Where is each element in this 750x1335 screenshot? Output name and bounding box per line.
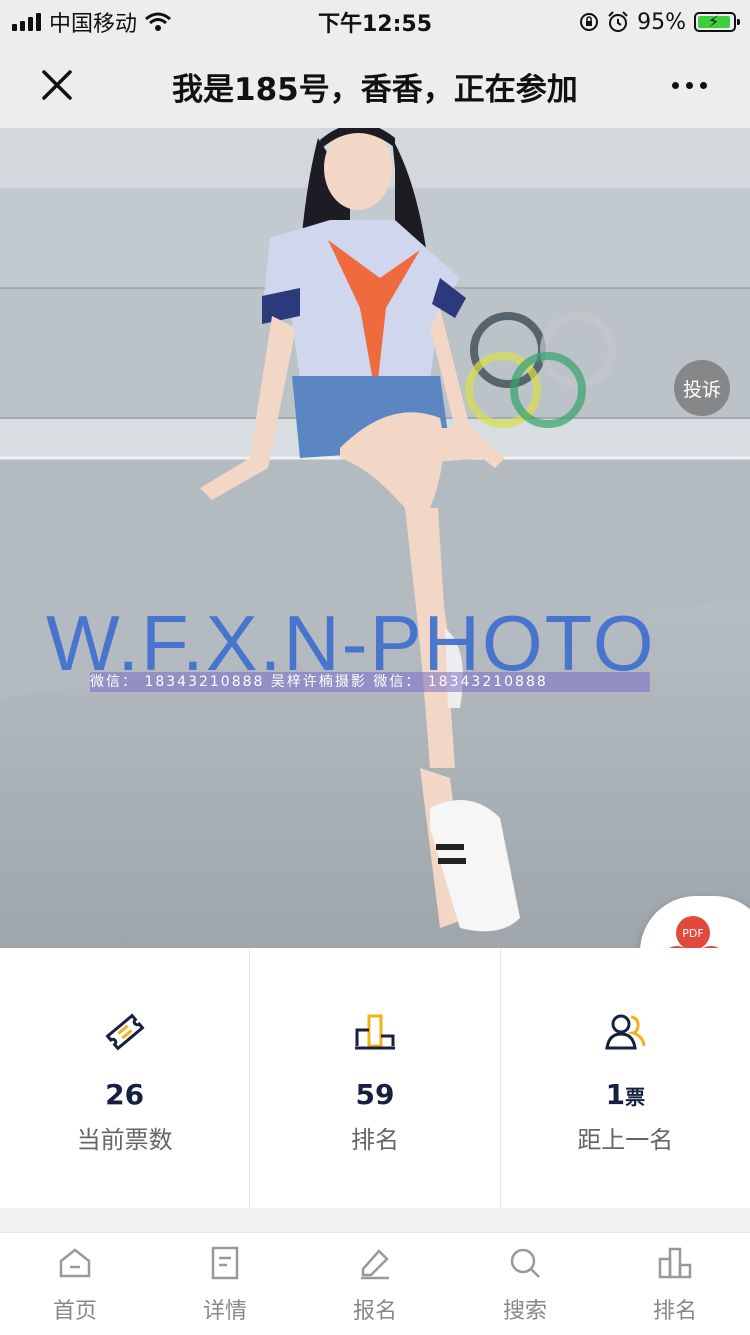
tab-label: 排名 — [652, 1299, 697, 1324]
stat-unit: 票 — [625, 1085, 646, 1109]
tab-search[interactable]: 搜索 — [450, 1233, 600, 1335]
battery-percent: 95% — [637, 9, 686, 35]
complain-button[interactable]: 投诉 — [674, 360, 730, 416]
tab-home[interactable]: 首页 — [0, 1233, 150, 1335]
search-icon — [510, 1248, 540, 1278]
nav-bar: 我是185号，香香，正在参加 — [0, 44, 750, 128]
alarm-icon — [608, 11, 628, 32]
stat-value: 1 — [605, 1078, 626, 1111]
stat-gap-to-previous: 1票 距上一名 — [499, 948, 750, 1208]
status-bar: 中国移动 下午12:55 95% ⚡ — [0, 0, 750, 44]
edit-icon — [361, 1249, 389, 1280]
users-icon — [605, 1014, 646, 1050]
stat-value: 59 — [355, 1078, 395, 1111]
stat-label: 距上一名 — [577, 1126, 674, 1154]
contestant-photo: W.F.X.N-PHOTO 微信： 18343210888 吴梓许楠摄影 微信：… — [0, 128, 750, 948]
pdf-icon: PDF — [676, 916, 710, 950]
tab-label: 首页 — [52, 1299, 97, 1324]
bottom-tab-bar: 首页 详情 报名 搜索 排名 — [0, 1232, 750, 1335]
tab-label: 搜索 — [502, 1299, 547, 1324]
ticket-icon — [105, 1013, 145, 1051]
rotation-lock-icon — [580, 13, 599, 31]
stat-label: 排名 — [350, 1126, 399, 1154]
stat-current-votes: 26 当前票数 — [0, 948, 249, 1208]
vote-stats-panel: 26 当前票数 59 排名 1票 距上一名 — [0, 948, 750, 1208]
tab-register[interactable]: 报名 — [300, 1233, 450, 1335]
tab-label: 报名 — [352, 1299, 397, 1324]
photo-illustration — [0, 128, 750, 948]
stat-ranking: 59 排名 — [249, 948, 499, 1208]
page-title: 我是185号，香香，正在参加 — [172, 72, 578, 108]
home-icon — [59, 1248, 91, 1278]
clock-time: 下午12:55 — [317, 12, 433, 37]
more-options-button[interactable] — [672, 70, 716, 100]
stat-value: 26 — [105, 1078, 145, 1111]
tab-label: 详情 — [202, 1299, 247, 1324]
battery-icon: ⚡ — [694, 12, 740, 32]
tab-ranking[interactable]: 排名 — [600, 1233, 750, 1335]
watermark-subtext: 微信： 18343210888 吴梓许楠摄影 微信： 18343210888 — [90, 672, 650, 692]
close-icon[interactable] — [34, 62, 80, 108]
ranking-icon — [658, 1247, 692, 1279]
stat-label: 当前票数 — [76, 1126, 173, 1154]
podium-icon — [354, 1014, 395, 1050]
tab-details[interactable]: 详情 — [150, 1233, 300, 1335]
document-icon — [211, 1246, 239, 1280]
